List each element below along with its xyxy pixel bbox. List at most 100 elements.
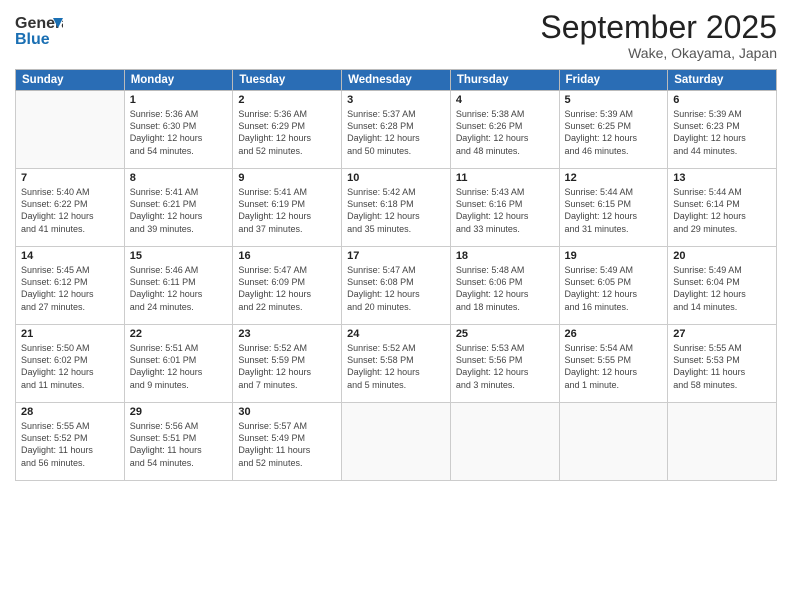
day-number: 17 — [347, 250, 445, 262]
day-info: Sunrise: 5:51 AM Sunset: 6:01 PM Dayligh… — [130, 342, 228, 391]
day-number: 13 — [673, 172, 771, 184]
day-number: 16 — [238, 250, 336, 262]
day-number: 14 — [21, 250, 119, 262]
logo-icon: General Blue — [15, 10, 63, 50]
day-info: Sunrise: 5:50 AM Sunset: 6:02 PM Dayligh… — [21, 342, 119, 391]
table-cell: 20 Sunrise: 5:49 AM Sunset: 6:04 PM Dayli… — [668, 247, 777, 325]
table-cell — [450, 403, 559, 481]
table-cell: 22 Sunrise: 5:51 AM Sunset: 6:01 PM Dayli… — [124, 325, 233, 403]
table-cell: 1 Sunrise: 5:36 AM Sunset: 6:30 PM Daylig… — [124, 91, 233, 169]
table-cell: 8 Sunrise: 5:41 AM Sunset: 6:21 PM Daylig… — [124, 169, 233, 247]
location: Wake, Okayama, Japan — [540, 45, 777, 61]
day-number: 29 — [130, 406, 228, 418]
table-cell: 29 Sunrise: 5:56 AM Sunset: 5:51 PM Dayli… — [124, 403, 233, 481]
day-number: 12 — [565, 172, 663, 184]
month-title: September 2025 — [540, 10, 777, 45]
day-info: Sunrise: 5:52 AM Sunset: 5:59 PM Dayligh… — [238, 342, 336, 391]
day-number: 10 — [347, 172, 445, 184]
table-cell: 10 Sunrise: 5:42 AM Sunset: 6:18 PM Dayli… — [342, 169, 451, 247]
day-number: 1 — [130, 94, 228, 106]
day-number: 23 — [238, 328, 336, 340]
table-cell: 3 Sunrise: 5:37 AM Sunset: 6:28 PM Daylig… — [342, 91, 451, 169]
day-info: Sunrise: 5:56 AM Sunset: 5:51 PM Dayligh… — [130, 420, 228, 469]
table-cell — [16, 91, 125, 169]
day-info: Sunrise: 5:40 AM Sunset: 6:22 PM Dayligh… — [21, 186, 119, 235]
table-cell — [668, 403, 777, 481]
day-number: 15 — [130, 250, 228, 262]
table-cell: 14 Sunrise: 5:45 AM Sunset: 6:12 PM Dayli… — [16, 247, 125, 325]
table-cell: 23 Sunrise: 5:52 AM Sunset: 5:59 PM Dayli… — [233, 325, 342, 403]
day-info: Sunrise: 5:36 AM Sunset: 6:29 PM Dayligh… — [238, 108, 336, 157]
table-cell: 25 Sunrise: 5:53 AM Sunset: 5:56 PM Dayli… — [450, 325, 559, 403]
day-info: Sunrise: 5:36 AM Sunset: 6:30 PM Dayligh… — [130, 108, 228, 157]
table-cell: 9 Sunrise: 5:41 AM Sunset: 6:19 PM Daylig… — [233, 169, 342, 247]
table-cell — [559, 403, 668, 481]
day-info: Sunrise: 5:49 AM Sunset: 6:04 PM Dayligh… — [673, 264, 771, 313]
day-info: Sunrise: 5:55 AM Sunset: 5:53 PM Dayligh… — [673, 342, 771, 391]
day-number: 24 — [347, 328, 445, 340]
day-info: Sunrise: 5:48 AM Sunset: 6:06 PM Dayligh… — [456, 264, 554, 313]
table-row: 7 Sunrise: 5:40 AM Sunset: 6:22 PM Daylig… — [16, 169, 777, 247]
day-number: 21 — [21, 328, 119, 340]
table-cell: 2 Sunrise: 5:36 AM Sunset: 6:29 PM Daylig… — [233, 91, 342, 169]
day-info: Sunrise: 5:43 AM Sunset: 6:16 PM Dayligh… — [456, 186, 554, 235]
col-friday: Friday — [559, 70, 668, 91]
col-thursday: Thursday — [450, 70, 559, 91]
table-cell: 11 Sunrise: 5:43 AM Sunset: 6:16 PM Dayli… — [450, 169, 559, 247]
table-cell: 13 Sunrise: 5:44 AM Sunset: 6:14 PM Dayli… — [668, 169, 777, 247]
day-info: Sunrise: 5:49 AM Sunset: 6:05 PM Dayligh… — [565, 264, 663, 313]
day-number: 27 — [673, 328, 771, 340]
calendar-table: Sunday Monday Tuesday Wednesday Thursday… — [15, 69, 777, 481]
col-tuesday: Tuesday — [233, 70, 342, 91]
table-cell: 26 Sunrise: 5:54 AM Sunset: 5:55 PM Dayli… — [559, 325, 668, 403]
day-info: Sunrise: 5:47 AM Sunset: 6:09 PM Dayligh… — [238, 264, 336, 313]
day-number: 25 — [456, 328, 554, 340]
day-info: Sunrise: 5:52 AM Sunset: 5:58 PM Dayligh… — [347, 342, 445, 391]
table-row: 21 Sunrise: 5:50 AM Sunset: 6:02 PM Dayli… — [16, 325, 777, 403]
day-number: 18 — [456, 250, 554, 262]
table-cell: 12 Sunrise: 5:44 AM Sunset: 6:15 PM Dayli… — [559, 169, 668, 247]
day-info: Sunrise: 5:44 AM Sunset: 6:14 PM Dayligh… — [673, 186, 771, 235]
day-number: 3 — [347, 94, 445, 106]
svg-text:Blue: Blue — [15, 31, 50, 48]
table-cell: 24 Sunrise: 5:52 AM Sunset: 5:58 PM Dayli… — [342, 325, 451, 403]
day-number: 9 — [238, 172, 336, 184]
table-cell: 28Sunrise: 5:55 AM Sunset: 5:52 PM Dayli… — [16, 403, 125, 481]
table-cell: 6 Sunrise: 5:39 AM Sunset: 6:23 PM Daylig… — [668, 91, 777, 169]
header-row: Sunday Monday Tuesday Wednesday Thursday… — [16, 70, 777, 91]
day-number: 11 — [456, 172, 554, 184]
table-row: 14 Sunrise: 5:45 AM Sunset: 6:12 PM Dayli… — [16, 247, 777, 325]
day-number: 20 — [673, 250, 771, 262]
day-number: 26 — [565, 328, 663, 340]
table-cell: 4Sunrise: 5:38 AM Sunset: 6:26 PM Daylig… — [450, 91, 559, 169]
col-wednesday: Wednesday — [342, 70, 451, 91]
day-info: Sunrise: 5:42 AM Sunset: 6:18 PM Dayligh… — [347, 186, 445, 235]
col-sunday: Sunday — [16, 70, 125, 91]
day-number: 7 — [21, 172, 119, 184]
day-number: 6 — [673, 94, 771, 106]
day-number: 2 — [238, 94, 336, 106]
table-cell: 18 Sunrise: 5:48 AM Sunset: 6:06 PM Dayli… — [450, 247, 559, 325]
day-number: 22 — [130, 328, 228, 340]
col-monday: Monday — [124, 70, 233, 91]
table-cell: 27 Sunrise: 5:55 AM Sunset: 5:53 PM Dayli… — [668, 325, 777, 403]
table-cell: 17 Sunrise: 5:47 AM Sunset: 6:08 PM Dayli… — [342, 247, 451, 325]
day-info: Sunrise: 5:38 AM Sunset: 6:26 PM Dayligh… — [456, 108, 554, 157]
day-info: Sunrise: 5:37 AM Sunset: 6:28 PM Dayligh… — [347, 108, 445, 157]
day-info: Sunrise: 5:55 AM Sunset: 5:52 PM Dayligh… — [21, 420, 119, 469]
day-info: Sunrise: 5:47 AM Sunset: 6:08 PM Dayligh… — [347, 264, 445, 313]
day-info: Sunrise: 5:44 AM Sunset: 6:15 PM Dayligh… — [565, 186, 663, 235]
table-cell: 5Sunrise: 5:39 AM Sunset: 6:25 PM Daylig… — [559, 91, 668, 169]
day-info: Sunrise: 5:41 AM Sunset: 6:19 PM Dayligh… — [238, 186, 336, 235]
col-saturday: Saturday — [668, 70, 777, 91]
day-info: Sunrise: 5:39 AM Sunset: 6:23 PM Dayligh… — [673, 108, 771, 157]
table-row: 1 Sunrise: 5:36 AM Sunset: 6:30 PM Daylig… — [16, 91, 777, 169]
day-info: Sunrise: 5:45 AM Sunset: 6:12 PM Dayligh… — [21, 264, 119, 313]
day-number: 8 — [130, 172, 228, 184]
day-info: Sunrise: 5:41 AM Sunset: 6:21 PM Dayligh… — [130, 186, 228, 235]
day-info: Sunrise: 5:46 AM Sunset: 6:11 PM Dayligh… — [130, 264, 228, 313]
table-cell: 15 Sunrise: 5:46 AM Sunset: 6:11 PM Dayli… — [124, 247, 233, 325]
day-info: Sunrise: 5:53 AM Sunset: 5:56 PM Dayligh… — [456, 342, 554, 391]
day-info: Sunrise: 5:54 AM Sunset: 5:55 PM Dayligh… — [565, 342, 663, 391]
title-block: September 2025 Wake, Okayama, Japan — [540, 10, 777, 61]
